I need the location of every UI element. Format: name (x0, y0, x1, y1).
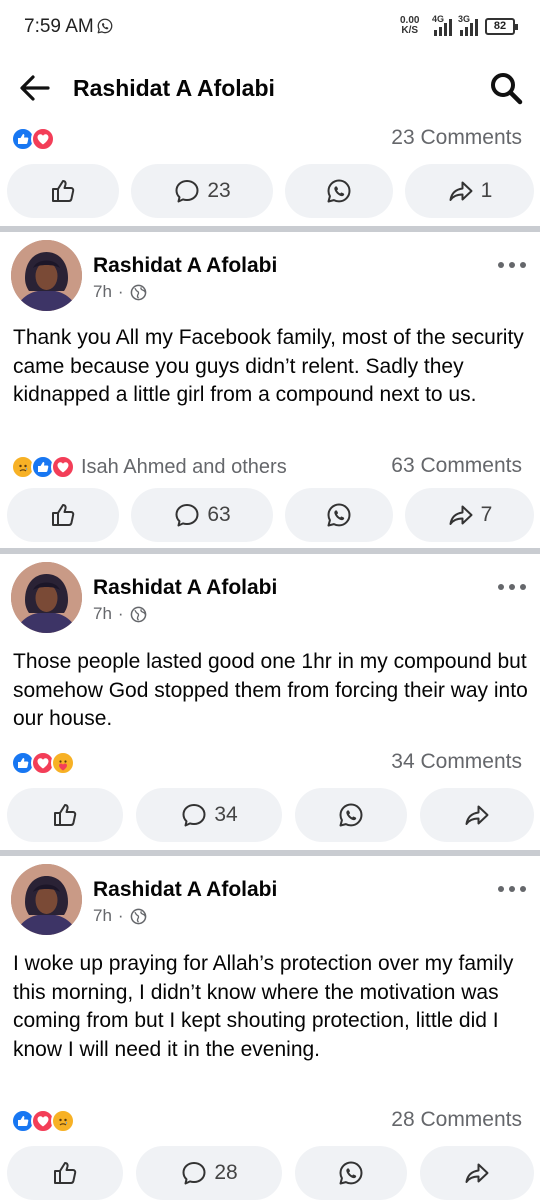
more-icon[interactable] (497, 885, 527, 893)
comment-icon (173, 177, 201, 205)
sad-reaction-icon (51, 1109, 75, 1133)
like-icon (49, 177, 77, 205)
reaction-summary[interactable] (11, 1108, 75, 1134)
share-count: 1 (480, 179, 493, 202)
avatar[interactable] (11, 864, 82, 935)
share-icon (447, 501, 475, 529)
like-button[interactable] (7, 788, 123, 842)
like-button[interactable] (7, 1146, 123, 1200)
post-time[interactable]: 7h (93, 604, 112, 624)
share-icon (463, 1159, 491, 1187)
post-card: Rashidat A Afolabi 7h · Thank you All my… (0, 232, 540, 550)
love-reaction-icon (51, 455, 75, 479)
comments-count[interactable]: 23 Comments (391, 126, 522, 150)
post-text: I woke up praying for Allah’s protection… (13, 952, 514, 1061)
like-icon (49, 501, 77, 529)
globe-icon (130, 606, 147, 623)
post-text: Thank you All my Facebook family, most o… (13, 326, 524, 406)
post-card: 23 Comments 23 1 (0, 120, 540, 228)
post-meta: 7h · (93, 282, 147, 302)
status-time: 7:59 AM (24, 16, 94, 37)
network-speed: 0.00 K/S (400, 15, 420, 36)
post-author[interactable]: Rashidat A Afolabi (93, 878, 277, 902)
page-header: Rashidat A Afolabi (0, 56, 540, 120)
share-icon (463, 801, 491, 829)
signal-3g-icon: 3G (458, 14, 482, 41)
whatsapp-share-button[interactable] (295, 1146, 407, 1200)
post-actions: 23 1 (0, 164, 540, 218)
meta-separator: · (117, 604, 124, 623)
reaction-summary[interactable]: Isah Ahmed and others (11, 454, 287, 480)
care-reaction-icon (51, 751, 75, 775)
whatsapp-icon (337, 1159, 365, 1187)
search-icon[interactable] (488, 70, 524, 106)
post-text: Those people lasted good one 1hr in my c… (13, 650, 528, 730)
comment-icon (180, 1159, 208, 1187)
reaction-summary[interactable] (11, 126, 55, 152)
love-reaction-icon (31, 127, 55, 151)
comment-count: 28 (214, 1161, 238, 1184)
like-button[interactable] (7, 488, 119, 542)
comment-button[interactable]: 28 (136, 1146, 282, 1200)
share-button[interactable]: 7 (405, 488, 534, 542)
whatsapp-icon (337, 801, 365, 829)
post-author[interactable]: Rashidat A Afolabi (93, 254, 277, 278)
globe-icon (130, 284, 147, 301)
post-meta: 7h · (93, 604, 147, 624)
comment-count: 63 (207, 503, 231, 526)
comment-count: 23 (207, 179, 231, 202)
comment-count: 34 (214, 803, 238, 826)
comment-button[interactable]: 34 (136, 788, 282, 842)
share-button[interactable] (420, 1146, 534, 1200)
post-actions: 63 7 (0, 488, 540, 542)
more-icon[interactable] (497, 583, 527, 591)
post-time[interactable]: 7h (93, 906, 112, 926)
signal-4g-icon: 4G (432, 14, 456, 41)
comment-icon (173, 501, 201, 529)
avatar[interactable] (11, 562, 82, 633)
share-icon (447, 177, 475, 205)
whatsapp-icon (325, 177, 353, 205)
comment-button[interactable]: 23 (131, 164, 273, 218)
reaction-names[interactable]: Isah Ahmed and others (81, 456, 287, 479)
meta-separator: · (117, 282, 124, 301)
share-button[interactable] (420, 788, 534, 842)
post-card: Rashidat A Afolabi 7h · Those people las… (0, 554, 540, 852)
post-author[interactable]: Rashidat A Afolabi (93, 576, 277, 600)
comments-count[interactable]: 34 Comments (391, 750, 522, 774)
whatsapp-share-button[interactable] (295, 788, 407, 842)
status-bar: 7:59 AM 0.00 K/S 4G 3G 82 (0, 0, 540, 56)
post-actions: 28 (0, 1146, 540, 1200)
comments-count[interactable]: 63 Comments (391, 454, 522, 478)
globe-icon (130, 908, 147, 925)
post-actions: 34 (0, 788, 540, 842)
whatsapp-share-button[interactable] (285, 164, 393, 218)
share-count: 7 (480, 503, 493, 526)
avatar[interactable] (11, 240, 82, 311)
more-icon[interactable] (497, 261, 527, 269)
whatsapp-share-button[interactable] (285, 488, 393, 542)
back-arrow-icon[interactable] (18, 73, 52, 103)
share-button[interactable]: 1 (405, 164, 534, 218)
like-icon (51, 1159, 79, 1187)
whatsapp-status-icon (96, 17, 114, 35)
like-button[interactable] (7, 164, 119, 218)
meta-separator: · (117, 906, 124, 925)
comment-button[interactable]: 63 (131, 488, 273, 542)
reaction-summary[interactable] (11, 750, 75, 776)
battery-indicator: 82 (485, 18, 518, 35)
like-icon (51, 801, 79, 829)
post-card: Rashidat A Afolabi 7h · I woke up prayin… (0, 856, 540, 1200)
whatsapp-icon (325, 501, 353, 529)
comments-count[interactable]: 28 Comments (391, 1108, 522, 1132)
comment-icon (180, 801, 208, 829)
post-time[interactable]: 7h (93, 282, 112, 302)
page-title: Rashidat A Afolabi (73, 75, 275, 101)
post-meta: 7h · (93, 906, 147, 926)
